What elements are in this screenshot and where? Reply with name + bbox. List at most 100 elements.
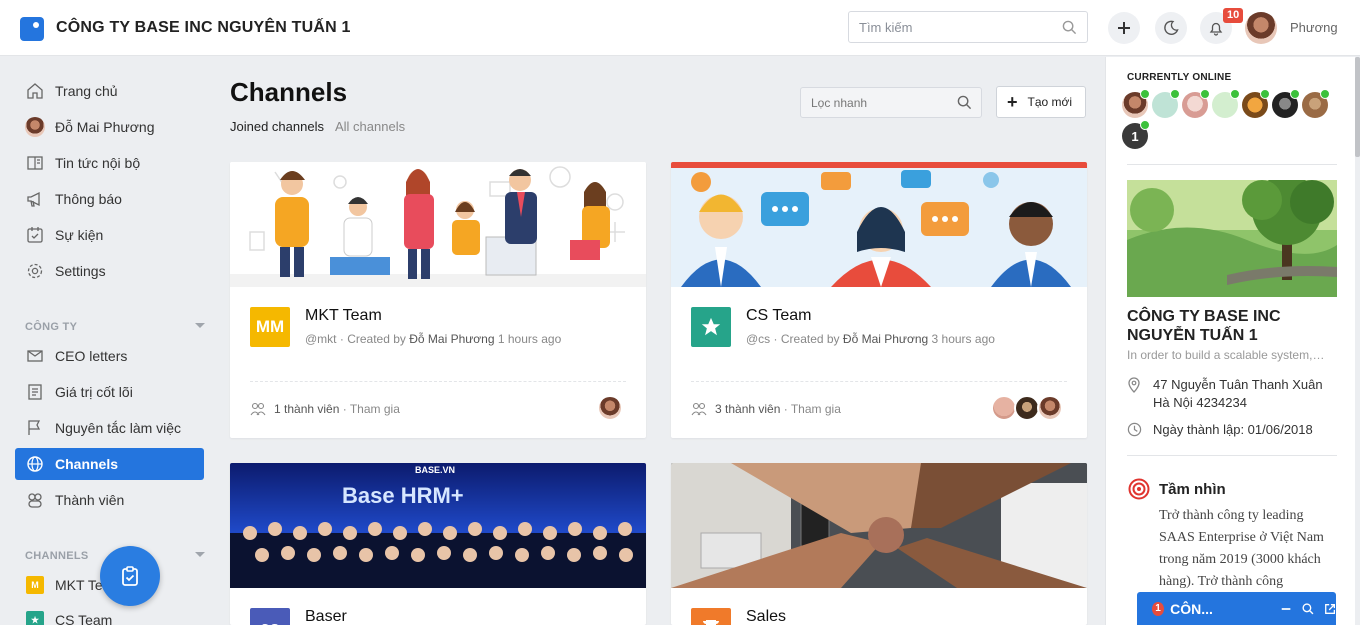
creator-name[interactable]: Đỗ Mai Phương: [843, 332, 928, 346]
join-link[interactable]: · Tham gia: [784, 402, 841, 416]
sidebar-item-core-values[interactable]: Giá trị cốt lõi: [15, 376, 204, 408]
channel-name[interactable]: MKT Team: [305, 307, 382, 325]
sidebar: Trang chủ Đỗ Mai Phương Tin tức nội bộ T…: [0, 57, 215, 625]
sidebar-item-work-rules[interactable]: Nguyên tắc làm việc: [15, 412, 204, 444]
minimize-icon[interactable]: [1280, 602, 1292, 616]
chat-label[interactable]: CÔN...: [1170, 601, 1248, 617]
creator-name[interactable]: Đỗ Mai Phương: [409, 332, 494, 346]
search-input[interactable]: [849, 12, 1049, 42]
logo[interactable]: [20, 17, 44, 41]
external-link-icon[interactable]: [1324, 602, 1336, 616]
channel-name[interactable]: CS Team: [746, 307, 812, 325]
company-cover-image: [1127, 180, 1337, 297]
globe-icon: [25, 454, 45, 474]
page-title: Channels: [230, 77, 348, 107]
channel-icon: [691, 307, 731, 347]
divider: [691, 381, 1067, 382]
section-label-channels: CHANNELS: [25, 550, 89, 562]
online-indicator: [1290, 89, 1300, 99]
channel-badge: ★: [25, 610, 45, 625]
company-founded: Ngày thành lập: 01/06/2018: [1127, 421, 1313, 442]
channel-meta: @mkt · Created by Đỗ Mai Phương 1 hours …: [305, 332, 561, 346]
sidebar-item-label: Tin tức nội bộ: [55, 155, 141, 171]
channel-name[interactable]: Baser: [305, 608, 347, 625]
sidebar-item-settings[interactable]: Settings: [15, 255, 204, 287]
sidebar-item-channels[interactable]: Channels: [15, 448, 204, 480]
avatar[interactable]: [1037, 395, 1063, 421]
scrollbar[interactable]: [1355, 57, 1360, 157]
create-new-button[interactable]: + Tạo mới: [996, 86, 1086, 118]
create-new-label: Tạo mới: [1027, 95, 1073, 109]
channel-card-sales[interactable]: Sales: [671, 463, 1087, 625]
clipboard-check-icon: [122, 566, 138, 586]
tab-all-channels[interactable]: All channels: [335, 119, 405, 134]
user-avatar[interactable]: [1245, 12, 1277, 44]
avatar[interactable]: [597, 395, 623, 421]
sidebar-item-label: Giá trị cốt lõi: [55, 384, 133, 400]
vision-text: Trở thành công ty leading SAAS Enterpris…: [1159, 508, 1324, 589]
vision-title: Tầm nhìn: [1159, 481, 1226, 498]
sidebar-item-announcements[interactable]: Thông báo: [15, 183, 204, 215]
channel-banner-image: [230, 162, 646, 287]
founded-text: Ngày thành lập: 01/06/2018: [1153, 422, 1313, 437]
channel-card-mkt[interactable]: MM MKT Team @mkt · Created by Đỗ Mai Phư…: [230, 162, 646, 438]
channel-handle: @cs: [746, 332, 771, 346]
document-icon: [25, 382, 45, 402]
task-fab-button[interactable]: [100, 546, 160, 606]
company-title[interactable]: CÔNG TY BASE INC NGUYÊN TUẤN 1: [56, 19, 351, 37]
divider: [1127, 164, 1337, 165]
user-name[interactable]: Phương: [1290, 20, 1338, 35]
sidebar-item-home[interactable]: Trang chủ: [15, 75, 204, 107]
company-name: CÔNG TY BASE INC NGUYỄN TUẤN 1: [1127, 308, 1281, 344]
mail-icon: [25, 346, 45, 366]
channel-handle: @mkt: [305, 332, 337, 346]
chevron-down-icon[interactable]: [195, 552, 205, 557]
sidebar-item-label: Thành viên: [55, 492, 125, 508]
chat-bar[interactable]: 1 CÔN...: [1137, 592, 1336, 625]
created-time: 1 hours ago: [497, 332, 562, 346]
add-button[interactable]: [1108, 12, 1140, 44]
search-icon[interactable]: [1302, 602, 1314, 616]
channel-meta: @cs · Created by Đỗ Mai Phương 3 hours a…: [746, 332, 995, 346]
search-icon[interactable]: [1062, 20, 1077, 35]
users-icon: [25, 490, 45, 510]
member-count: 3 thành viên: [715, 402, 781, 416]
channel-card-cs[interactable]: CS Team @cs · Created by Đỗ Mai Phương 3…: [671, 162, 1087, 438]
channel-name[interactable]: Sales: [746, 608, 786, 625]
sidebar-item-members[interactable]: Thành viên: [15, 484, 204, 516]
quick-filter-input[interactable]: [801, 88, 941, 117]
home-icon: [25, 81, 45, 101]
online-indicator: [1230, 89, 1240, 99]
channel-badge-letter: M: [26, 576, 44, 594]
clock-icon: [1127, 421, 1143, 442]
search-icon[interactable]: [957, 95, 972, 110]
online-indicator: [1200, 89, 1210, 99]
channel-icon: MM: [250, 307, 290, 347]
sidebar-item-news[interactable]: Tin tức nội bộ: [15, 147, 204, 179]
sidebar-item-label: Sự kiện: [55, 227, 104, 243]
right-panel: CURRENTLY ONLINE 1 CÔNG TY BASE INC NGUY…: [1105, 57, 1355, 625]
dark-mode-button[interactable]: [1155, 12, 1187, 44]
megaphone-icon: [25, 189, 45, 209]
avatar: [25, 117, 45, 137]
online-indicator: [1320, 89, 1330, 99]
channel-card-baser[interactable]: BASE.VN Base HRM+ co Baser: [230, 463, 646, 625]
quick-filter[interactable]: [800, 87, 982, 118]
member-count: 1 thành viên: [274, 402, 340, 416]
search-box[interactable]: [848, 11, 1088, 43]
online-title: CURRENTLY ONLINE: [1127, 72, 1232, 83]
sidebar-item-profile[interactable]: Đỗ Mai Phương: [15, 111, 204, 143]
sidebar-item-ceo-letters[interactable]: CEO letters: [15, 340, 204, 372]
newspaper-icon: [25, 153, 45, 173]
sidebar-item-events[interactable]: Sự kiện: [15, 219, 204, 251]
join-link[interactable]: · Tham gia: [343, 402, 400, 416]
target-icon: [1128, 478, 1150, 505]
tab-joined-channels[interactable]: Joined channels: [230, 119, 324, 134]
notification-badge: 10: [1223, 8, 1244, 23]
chevron-down-icon[interactable]: [195, 323, 205, 328]
section-label-company: CÔNG TY: [25, 321, 78, 333]
sidebar-item-label: Settings: [55, 263, 106, 279]
sidebar-item-label: CEO letters: [55, 348, 128, 364]
sidebar-channel-cs[interactable]: ★ CS Team: [15, 604, 204, 625]
chat-unread-count: 1: [1152, 601, 1165, 616]
